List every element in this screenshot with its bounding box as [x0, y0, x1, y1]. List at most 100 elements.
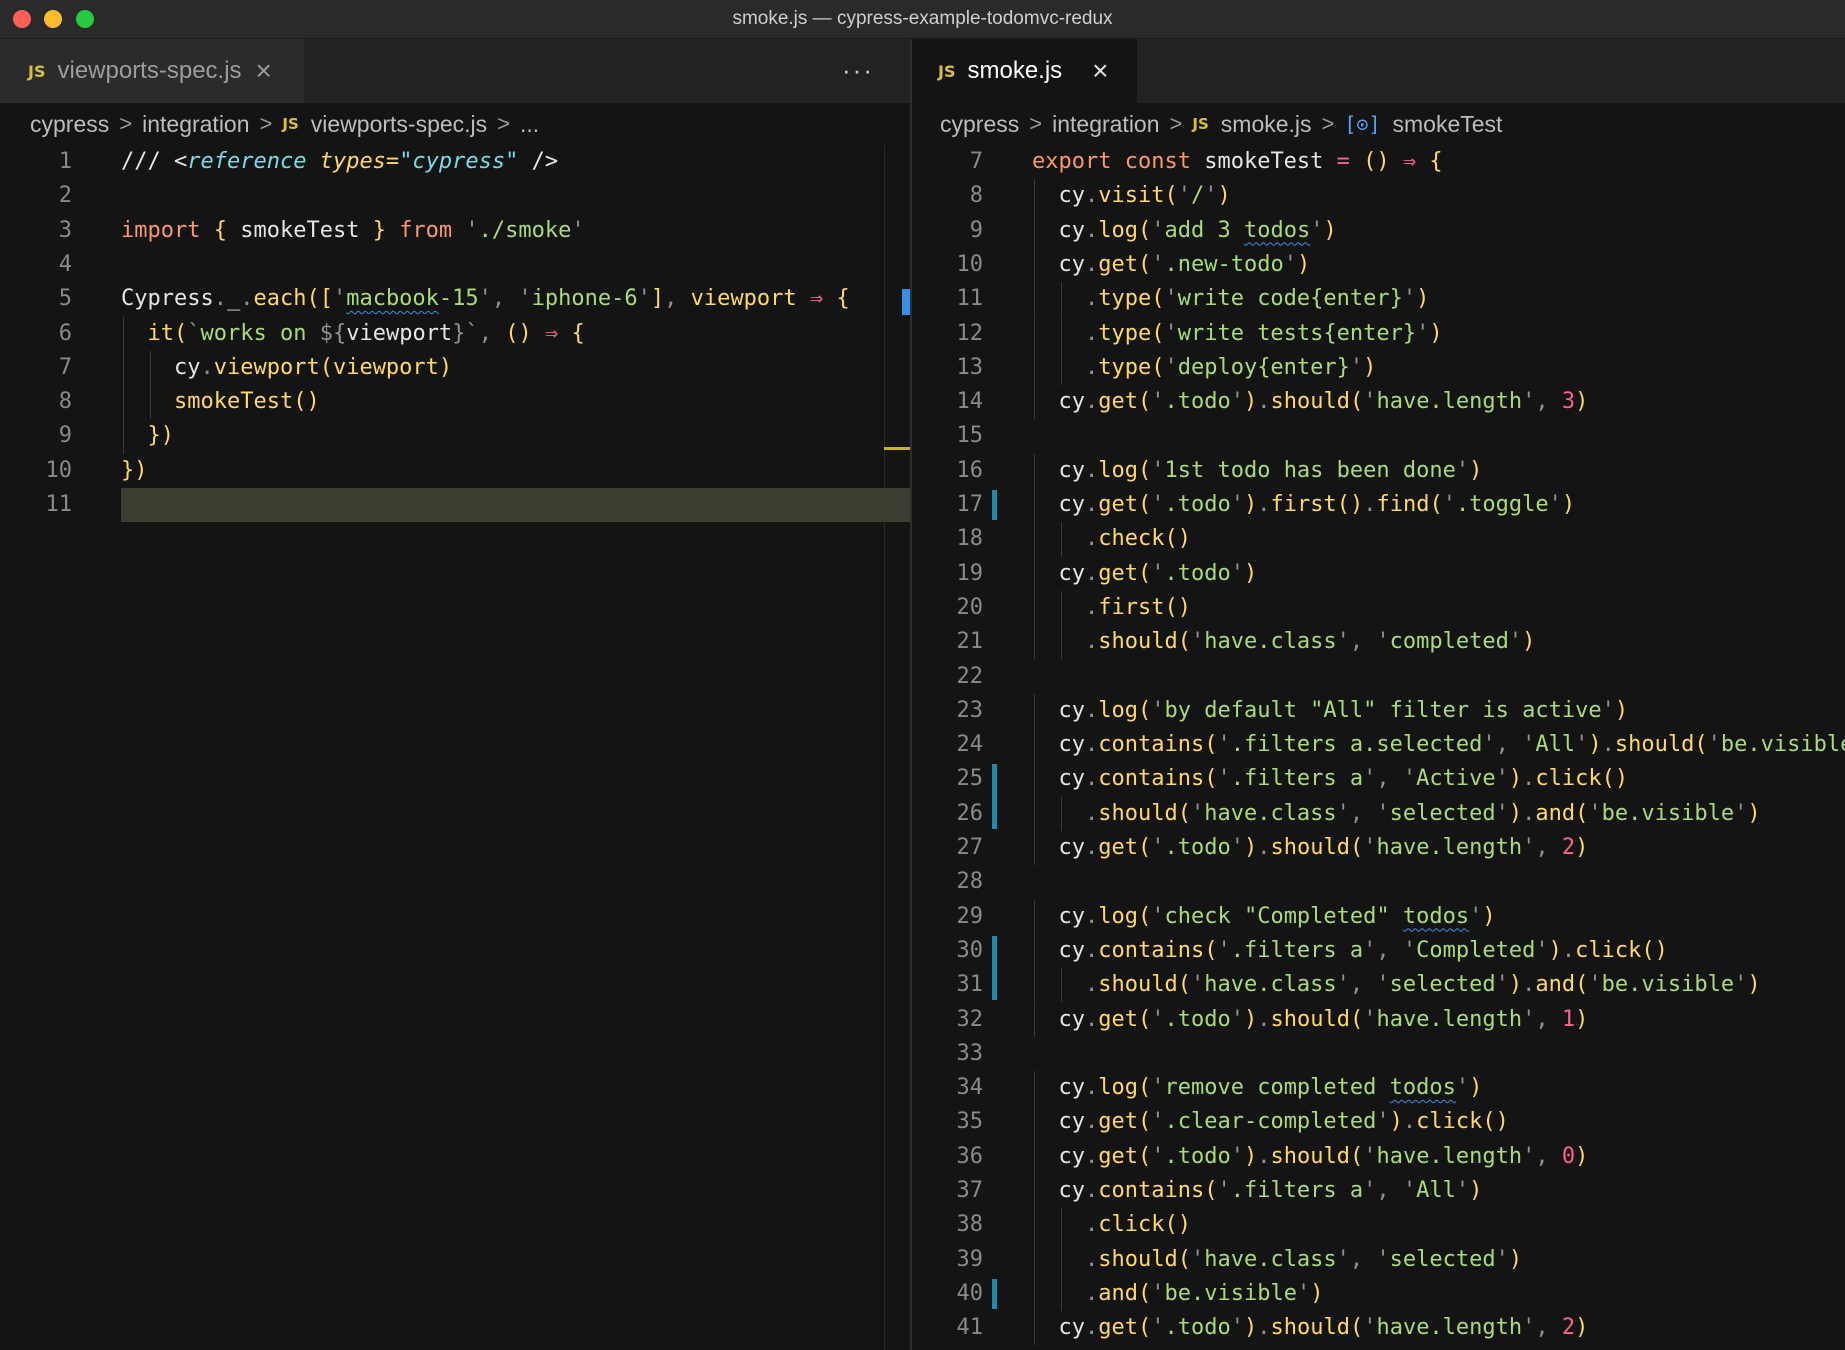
code-line[interactable]: 35 cy.get('.clear-completed').click()	[912, 1105, 1845, 1140]
line-text: cy.get('.todo').should('have.length', 2)	[1032, 1315, 1589, 1341]
code-line[interactable]: 24 cy.contains('.filters a.selected', 'A…	[912, 728, 1845, 763]
code-line[interactable]: 5 Cypress._.each(['macbook-15', 'iphone-6…	[0, 282, 910, 316]
code-line[interactable]: 40 .and('be.visible')	[912, 1276, 1845, 1312]
line-text: .first()	[1084, 594, 1191, 620]
code-line[interactable]: 33	[912, 1037, 1845, 1071]
line-text: .should('have.class', 'selected')	[1084, 1246, 1523, 1272]
left-editor-group: JS viewports-spec.js × ··· cypress > int…	[0, 39, 910, 1350]
breadcrumb-item[interactable]: ...	[520, 111, 539, 138]
code-line[interactable]: 6 it(`works on ${viewport}`, () ⇒ {	[0, 316, 910, 351]
code-editor[interactable]: 1 /// <reference types="cypress" /> 2 3 impo…	[0, 145, 910, 1350]
code-line[interactable]: 4	[0, 248, 910, 282]
code-line[interactable]: 11	[0, 488, 910, 523]
line-number: 5	[58, 286, 72, 312]
breadcrumb-item[interactable]: cypress	[30, 111, 109, 138]
code-line[interactable]: 21 .should('have.class', 'completed')	[912, 625, 1845, 660]
code-line[interactable]: 11 .type('write code{enter}')	[912, 282, 1845, 317]
breadcrumb-item[interactable]: cypress	[940, 111, 1019, 138]
breadcrumb: cypress > integration > JS smoke.js > [⊙…	[912, 103, 1845, 145]
code-line[interactable]: 27 cy.get('.todo').should('have.length',…	[912, 831, 1845, 866]
scroll-position-marker[interactable]	[884, 447, 910, 450]
code-line[interactable]: 25 cy.contains('.filters a', 'Active').c…	[912, 762, 1845, 797]
line-number: 31	[956, 972, 984, 998]
code-line[interactable]: 37 cy.contains('.filters a', 'All')	[912, 1174, 1845, 1209]
code-line[interactable]: 20 .first()	[912, 590, 1845, 626]
code-line[interactable]: 2	[0, 179, 910, 213]
line-number: 27	[956, 835, 984, 860]
code-line[interactable]: 39 .should('have.class', 'selected')	[912, 1242, 1845, 1277]
line-text: .should('have.class', 'selected').and('b…	[1084, 800, 1761, 826]
line-text: cy.get('.clear-completed').click()	[1032, 1109, 1509, 1135]
code-line[interactable]: 38 .click()	[912, 1208, 1845, 1243]
breadcrumb-item[interactable]: integration	[1052, 111, 1159, 138]
tab-viewports-spec[interactable]: JS viewports-spec.js ×	[0, 39, 304, 103]
scroll-position-marker[interactable]	[902, 289, 910, 315]
git-change-marker[interactable]	[992, 490, 997, 521]
git-change-marker[interactable]	[992, 1278, 997, 1310]
code-line[interactable]: 17 cy.get('.todo').first().find('.toggle…	[912, 488, 1845, 523]
line-text: cy.get('.todo')	[1032, 560, 1258, 586]
code-line[interactable]: 1 /// <reference types="cypress" />	[0, 145, 910, 179]
line-text: .click()	[1084, 1212, 1191, 1238]
chevron-right-icon: >	[1321, 111, 1335, 136]
code-line[interactable]: 9 cy.log('add 3 todos')	[912, 213, 1845, 248]
code-line[interactable]: 15	[912, 419, 1845, 453]
code-line[interactable]: 28	[912, 865, 1845, 899]
code-line[interactable]: 8 cy.visit('/')	[912, 179, 1845, 214]
tab-smoke[interactable]: JS smoke.js ×	[912, 39, 1137, 103]
chevron-right-icon: >	[259, 111, 273, 136]
code-line[interactable]: 30 cy.contains('.filters a', 'Completed'…	[912, 933, 1845, 969]
line-number: 21	[956, 629, 984, 655]
line-number: 3	[58, 217, 72, 243]
line-text: /// <reference types="cypress" />	[121, 149, 559, 174]
code-line[interactable]: 13 .type('deploy{enter}')	[912, 350, 1845, 386]
line-number: 17	[956, 492, 984, 517]
breadcrumb-item[interactable]: smokeTest	[1393, 111, 1503, 138]
chevron-right-icon: >	[1169, 111, 1183, 136]
line-number: 7	[969, 149, 983, 174]
right-tab-bar: JS smoke.js ×	[912, 39, 1845, 103]
code-line[interactable]: 8 smokeTest()	[0, 385, 910, 420]
code-line[interactable]: 31 .should('have.class', 'selected').and…	[912, 968, 1845, 1003]
code-line[interactable]: 19 cy.get('.todo')	[912, 556, 1845, 591]
close-icon[interactable]: ×	[1092, 57, 1108, 85]
code-line[interactable]: 3 import { smokeTest } from './smoke'	[0, 214, 910, 248]
code-line[interactable]: 14 cy.get('.todo').should('have.length',…	[912, 385, 1845, 420]
code-line[interactable]: 36 cy.get('.todo').should('have.length',…	[912, 1139, 1845, 1174]
line-number: 9	[969, 217, 983, 243]
code-line[interactable]: 7 cy.viewport(viewport)	[0, 350, 910, 386]
line-text: .check()	[1084, 526, 1191, 552]
git-change-marker[interactable]	[992, 935, 997, 1001]
code-line[interactable]: 16 cy.log('1st todo has been done')	[912, 453, 1845, 488]
line-text: .type('write code{enter}')	[1084, 286, 1430, 312]
code-line[interactable]: 9 })	[0, 419, 910, 454]
code-line[interactable]: 23 cy.log('by default "All" filter is ac…	[912, 693, 1845, 729]
line-text: cy.get('.todo').should('have.length', 0)	[1032, 1143, 1589, 1169]
line-number: 34	[956, 1075, 984, 1101]
code-line[interactable]: 18 .check()	[912, 522, 1845, 557]
breadcrumb-item[interactable]: viewports-spec.js	[311, 111, 487, 138]
code-line[interactable]: 26 .should('have.class', 'selected').and…	[912, 796, 1845, 831]
code-line[interactable]: 32 cy.get('.todo').should('have.length',…	[912, 1002, 1845, 1037]
code-line[interactable]: 29 cy.log('check "Completed" todos')	[912, 899, 1845, 934]
breadcrumb-item[interactable]: smoke.js	[1221, 111, 1312, 138]
line-text: cy.log('1st todo has been done')	[1032, 457, 1483, 483]
line-text: smokeTest()	[173, 389, 320, 415]
code-line[interactable]: 10 cy.get('.new-todo')	[912, 247, 1845, 283]
code-line[interactable]: 34 cy.log('remove completed todos')	[912, 1071, 1845, 1106]
more-actions-icon[interactable]: ···	[842, 57, 874, 83]
code-line[interactable]: 22	[912, 660, 1845, 694]
code-line[interactable]: 7 export const smokeTest = () ⇒ {	[912, 145, 1845, 179]
symbol-variable-icon: [⊙]	[1344, 112, 1381, 136]
line-number: 33	[956, 1040, 984, 1066]
git-change-marker[interactable]	[992, 764, 997, 829]
code-line[interactable]: 12 .type('write tests{enter}')	[912, 316, 1845, 351]
close-icon[interactable]: ×	[256, 57, 272, 85]
line-text: .should('have.class', 'selected').and('b…	[1084, 972, 1761, 998]
code-line[interactable]: 41 cy.get('.todo').should('have.length',…	[912, 1311, 1845, 1346]
line-text: .type('deploy{enter}')	[1084, 354, 1377, 380]
breadcrumb-item[interactable]: integration	[142, 111, 249, 138]
code-editor[interactable]: 7 export const smokeTest = () ⇒ {8 cy.vis…	[912, 145, 1845, 1350]
code-line[interactable]: 10})	[0, 454, 910, 488]
line-number: 36	[956, 1143, 984, 1169]
